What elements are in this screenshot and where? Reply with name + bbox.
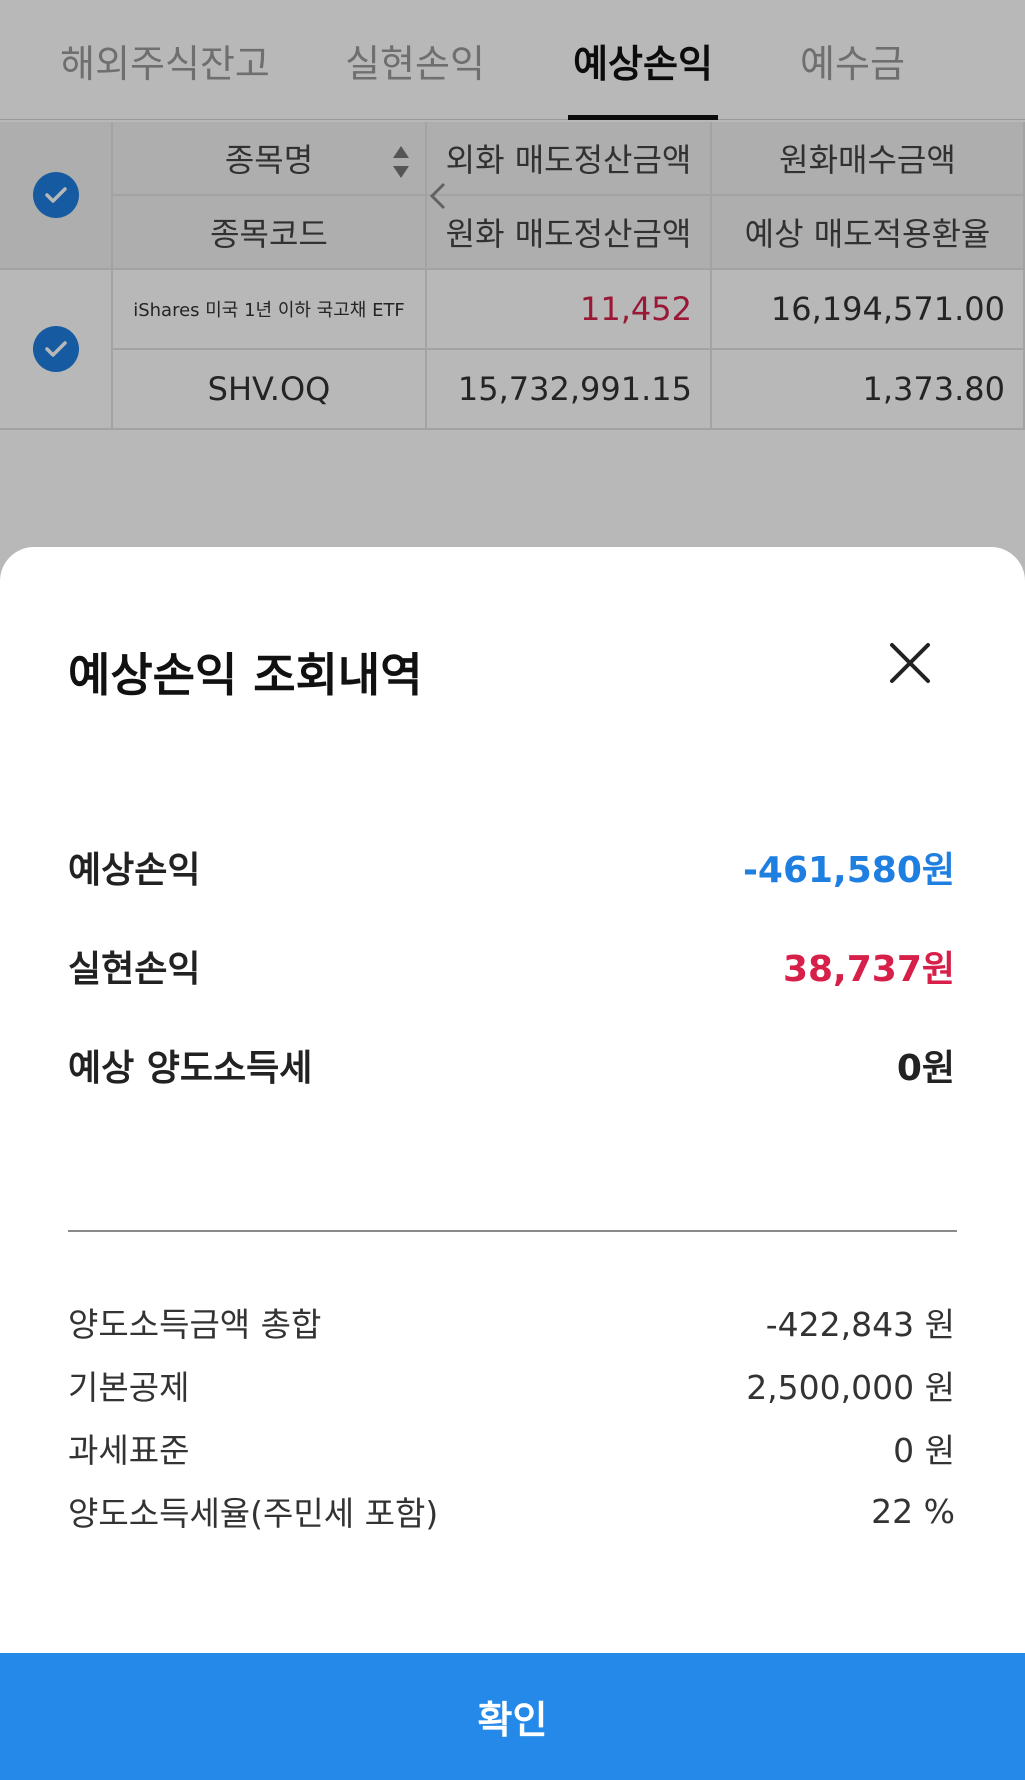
detail-label: 양도소득금액 총합 bbox=[68, 1305, 322, 1344]
expected-pl-sheet: 예상손익 조회내역 예상손익 -461,580원 실현손익 38,737원 예상… bbox=[0, 547, 1025, 1780]
realized-pl-row: 실현손익 38,737원 bbox=[68, 941, 955, 991]
expected-pl-label: 예상손익 bbox=[68, 850, 201, 891]
expected-tax-value: 0원 bbox=[896, 1048, 955, 1089]
divider bbox=[68, 1230, 957, 1232]
sheet-title: 예상손익 조회내역 bbox=[68, 648, 423, 702]
detail-value: 0 원 bbox=[893, 1431, 955, 1470]
realized-pl-label: 실현손익 bbox=[68, 949, 201, 990]
detail-row: 양도소득세율(주민세 포함) 22 % bbox=[68, 1488, 955, 1534]
detail-label: 양도소득세율(주민세 포함) bbox=[68, 1494, 439, 1533]
detail-row: 과세표준 0 원 bbox=[68, 1425, 955, 1471]
detail-value: 22 % bbox=[871, 1491, 955, 1531]
detail-row: 양도소득금액 총합 -422,843 원 bbox=[68, 1299, 955, 1345]
detail-label: 과세표준 bbox=[68, 1431, 190, 1470]
expected-pl-value: -461,580원 bbox=[742, 850, 955, 891]
detail-row: 기본공제 2,500,000 원 bbox=[68, 1362, 955, 1408]
close-button[interactable] bbox=[880, 633, 940, 693]
detail-value: 2,500,000 원 bbox=[746, 1368, 955, 1407]
close-icon bbox=[890, 643, 930, 683]
realized-pl-value: 38,737원 bbox=[782, 949, 955, 990]
expected-pl-row: 예상손익 -461,580원 bbox=[68, 842, 955, 892]
detail-label: 기본공제 bbox=[68, 1368, 190, 1407]
confirm-button[interactable]: 확인 bbox=[0, 1653, 1025, 1780]
detail-value: -422,843 원 bbox=[765, 1305, 955, 1344]
expected-tax-row: 예상 양도소득세 0원 bbox=[68, 1040, 955, 1090]
expected-tax-label: 예상 양도소득세 bbox=[68, 1048, 313, 1089]
